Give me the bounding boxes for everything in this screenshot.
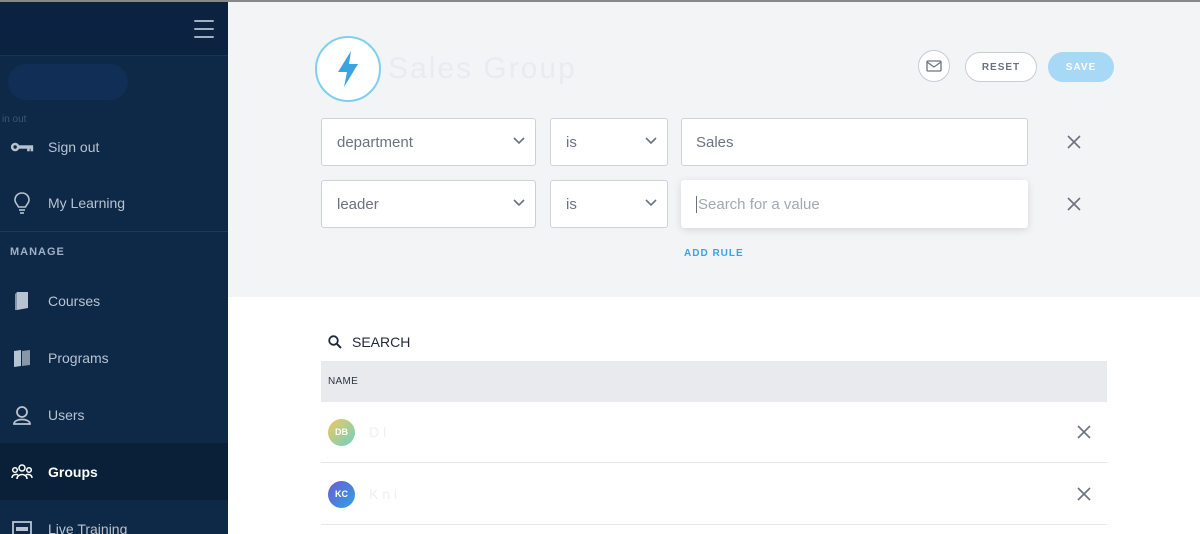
remove-member-icon[interactable] xyxy=(1075,485,1093,503)
user-icon xyxy=(10,403,34,427)
sidebar-item-label: Groups xyxy=(48,463,98,480)
reset-button[interactable]: RESET xyxy=(965,52,1037,82)
rule-value-text: Sales xyxy=(696,133,734,151)
member-name[interactable]: K n i xyxy=(369,486,397,502)
lightbulb-icon xyxy=(10,191,34,215)
sidebar-header xyxy=(0,2,228,56)
rule-2-remove-icon[interactable] xyxy=(1064,194,1084,214)
book-icon xyxy=(10,289,34,313)
rule-1-operator-select[interactable]: is xyxy=(550,118,668,166)
member-search[interactable]: SEARCH xyxy=(328,334,410,350)
sidebar-item-label: Courses xyxy=(48,292,101,309)
lightning-bolt-icon xyxy=(338,51,358,87)
sidebar-item-label: Live Training xyxy=(48,520,128,534)
sidebar-item-groups[interactable]: Groups xyxy=(0,443,228,500)
remove-member-icon[interactable] xyxy=(1075,423,1093,441)
rule-operator-value: is xyxy=(566,133,577,151)
save-button[interactable]: SAVE xyxy=(1048,52,1114,82)
rule-1-value-input[interactable]: Sales xyxy=(681,118,1028,166)
rule-field-value: leader xyxy=(337,195,379,213)
sidebar-item-programs[interactable]: Programs xyxy=(0,329,228,386)
email-button[interactable] xyxy=(918,50,950,82)
sidebar-item-label: Users xyxy=(48,406,85,423)
rule-value-placeholder: Search for a value xyxy=(698,195,820,213)
rule-field-value: department xyxy=(337,133,413,151)
add-rule-button[interactable]: ADD RULE xyxy=(684,248,744,259)
group-rules-panel: Sales Group RESET SAVE department is Sal… xyxy=(228,0,1200,297)
text-caret xyxy=(696,195,697,213)
rule-2-operator-select[interactable]: is xyxy=(550,180,668,228)
profile-avatar[interactable] xyxy=(8,64,128,100)
avatar[interactable]: DB xyxy=(328,418,355,446)
group-name[interactable]: Sales Group xyxy=(388,52,577,86)
chevron-down-icon xyxy=(645,199,657,207)
rule-1-remove-icon[interactable] xyxy=(1064,132,1084,152)
chevron-down-icon xyxy=(513,199,525,207)
sidebar-item-courses[interactable]: Courses xyxy=(0,272,228,329)
sidebar-item-label: Programs xyxy=(48,349,109,366)
sidebar-item-label: Sign out xyxy=(48,139,100,155)
sidebar-item-my-learning[interactable]: My Learning xyxy=(0,174,228,231)
rule-operator-value: is xyxy=(566,195,577,213)
books-icon xyxy=(10,346,34,370)
chevron-down-icon xyxy=(513,137,525,145)
sidebar-section-manage: MANAGE xyxy=(10,246,65,258)
chevron-down-icon xyxy=(645,137,657,145)
avatar[interactable]: KC xyxy=(328,480,355,508)
sidebar-item-live-training[interactable]: Live Training xyxy=(0,500,228,534)
sidebar-profile: in out xyxy=(0,56,228,125)
search-icon xyxy=(328,335,342,349)
calendar-icon xyxy=(10,517,34,534)
rule-2-value-search-input[interactable]: Search for a value xyxy=(681,180,1028,228)
sidebar-item-sign-out[interactable]: Sign out xyxy=(0,120,228,174)
hamburger-menu-icon[interactable] xyxy=(194,20,214,38)
key-icon xyxy=(10,135,34,159)
sidebar-item-label: My Learning xyxy=(48,194,126,211)
groups-icon xyxy=(10,460,34,484)
sidebar: in out Sign out My Learning MANAGE Cours… xyxy=(0,0,228,534)
search-label: SEARCH xyxy=(352,334,411,350)
group-icon[interactable] xyxy=(315,36,381,102)
members-table-header: NAME xyxy=(321,361,1107,402)
envelope-icon xyxy=(926,60,942,72)
rule-1-field-select[interactable]: department xyxy=(321,118,536,166)
sidebar-item-users[interactable]: Users xyxy=(0,386,228,443)
member-row: KC K n i xyxy=(321,464,1107,525)
member-name[interactable]: D l xyxy=(369,424,386,440)
column-header-name[interactable]: NAME xyxy=(328,376,358,387)
member-row: DB D l xyxy=(321,402,1107,463)
rule-2-field-select[interactable]: leader xyxy=(321,180,536,228)
